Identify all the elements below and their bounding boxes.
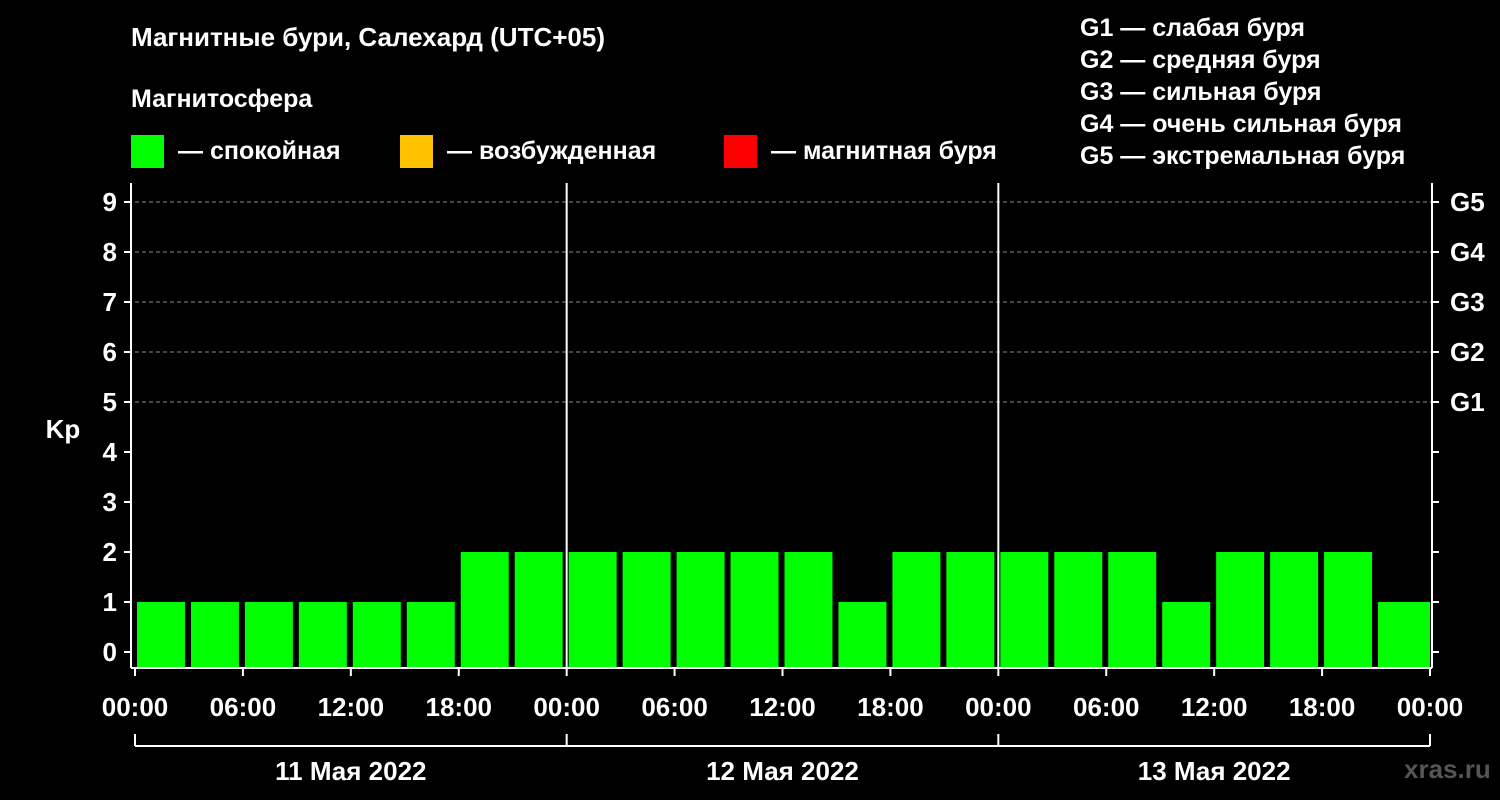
g-level-label: G2 [1450, 337, 1485, 367]
kp-bar [406, 602, 455, 668]
kp-bar [568, 552, 617, 668]
kp-bar [352, 602, 401, 668]
kp-bar [1324, 552, 1373, 668]
kp-bar [676, 552, 725, 668]
kp-bar [1054, 552, 1103, 668]
x-tick-label: 06:00 [641, 692, 708, 722]
y-tick-label: 1 [103, 587, 117, 617]
kp-bar [784, 552, 833, 668]
kp-bar [1108, 552, 1157, 668]
kp-bar [137, 602, 185, 668]
kp-bar [730, 552, 779, 668]
day-label: 12 Мая 2022 [706, 756, 859, 786]
y-tick-label: 9 [103, 187, 117, 217]
x-tick-label: 00:00 [1397, 692, 1464, 722]
y-tick-label: 5 [103, 387, 117, 417]
x-tick-label: 00:00 [965, 692, 1032, 722]
x-tick-label: 06:00 [1073, 692, 1140, 722]
g-level-label: G3 [1450, 287, 1485, 317]
kp-bar [1270, 552, 1319, 668]
x-tick-label: 12:00 [749, 692, 816, 722]
kp-bar [1216, 552, 1265, 668]
x-tick-label: 12:00 [318, 692, 385, 722]
x-tick-label: 18:00 [426, 692, 493, 722]
kp-bar-chart: 0 1 2 3 4 5 6 7 8 9 G1 G2 G3 G4 G5 Kp 00:00 06:00 12:00 18:… [46, 183, 1485, 786]
y-axis-label: Kp [46, 414, 81, 444]
y-tick-label: 4 [103, 437, 118, 467]
g-level-label: G4 [1450, 237, 1485, 267]
y-tick-label: 0 [103, 637, 117, 667]
kp-bar [1000, 552, 1049, 668]
kp-bar [190, 602, 239, 668]
kp-bar [244, 602, 293, 668]
y-tick-label: 2 [103, 537, 117, 567]
kp-bar [622, 552, 671, 668]
day-label: 13 Мая 2022 [1138, 756, 1291, 786]
day-label: 11 Мая 2022 [275, 756, 426, 786]
x-tick-label: 06:00 [210, 692, 277, 722]
x-tick-label: 00:00 [533, 692, 600, 722]
kp-bar [946, 552, 995, 668]
kp-bar [460, 552, 509, 668]
x-tick-label: 12:00 [1181, 692, 1248, 722]
x-tick-label: 00:00 [102, 692, 169, 722]
watermark: xras.ru [1404, 754, 1491, 784]
x-tick-label: 18:00 [1289, 692, 1356, 722]
kp-bar [838, 602, 887, 668]
g-level-label: G5 [1450, 187, 1485, 217]
kp-bar [1162, 602, 1211, 668]
kp-bar [892, 552, 941, 668]
y-tick-label: 6 [103, 337, 117, 367]
y-tick-label: 8 [103, 237, 117, 267]
kp-bar [1378, 602, 1430, 668]
g-level-label: G1 [1450, 387, 1485, 417]
x-tick-label: 18:00 [857, 692, 924, 722]
y-tick-label: 7 [103, 287, 117, 317]
y-tick-label: 3 [103, 487, 117, 517]
kp-bar [514, 552, 563, 668]
kp-bar [298, 602, 347, 668]
